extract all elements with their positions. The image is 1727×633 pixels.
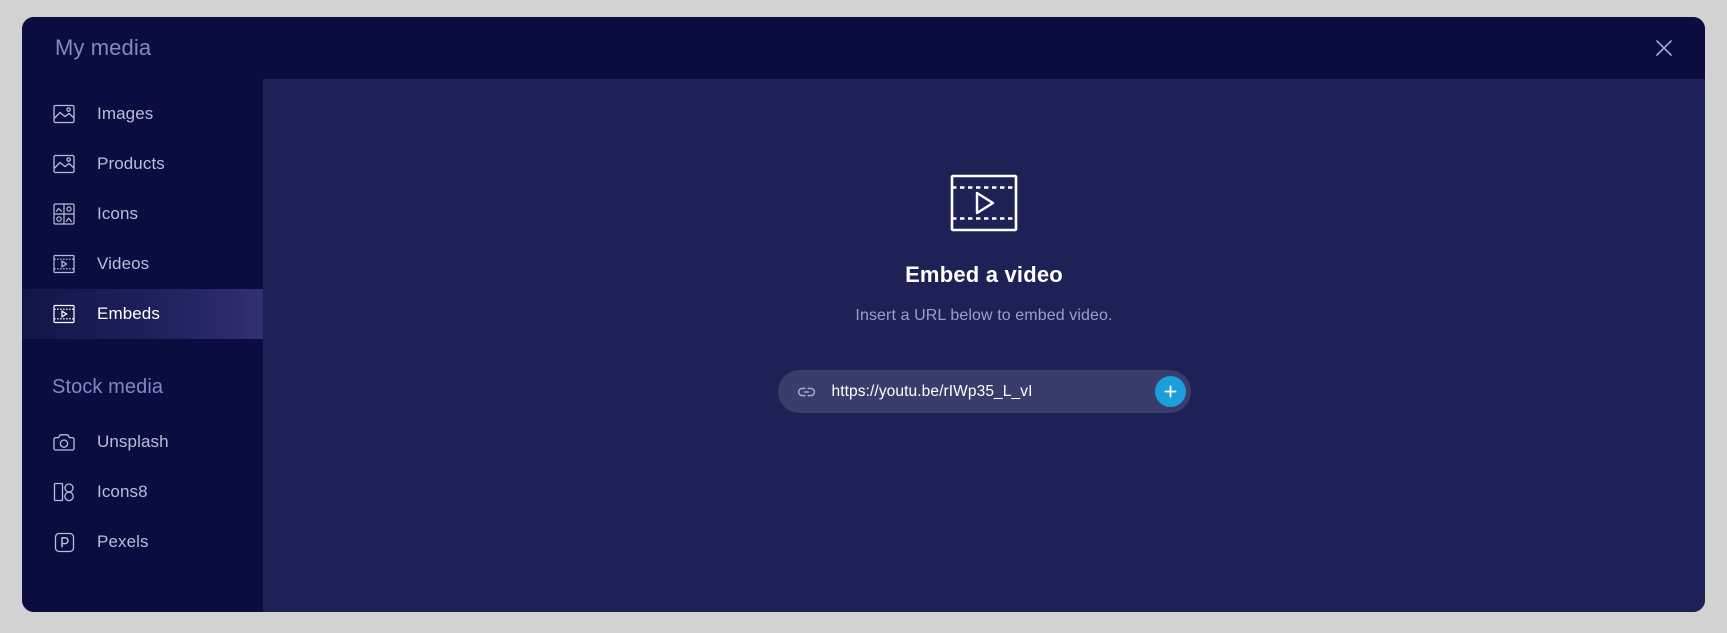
sidebar: Images Products Icons Videos Embeds Stoc… bbox=[22, 79, 263, 612]
sidebar-item-label: Icons bbox=[97, 204, 139, 223]
stock-media-heading: Stock media bbox=[52, 376, 164, 398]
empty-state-title: Embed a video bbox=[905, 262, 1063, 287]
empty-state-subtitle: Insert a URL below to embed video. bbox=[855, 307, 1113, 324]
modal-titlebar: My media bbox=[22, 17, 1705, 79]
icon-grid-icon bbox=[52, 202, 76, 226]
sidebar-item-pexels[interactable]: Pexels bbox=[22, 517, 263, 567]
sidebar-item-videos[interactable]: Videos bbox=[22, 239, 263, 289]
sidebar-item-label: Embeds bbox=[97, 304, 160, 323]
sidebar-item-images[interactable]: Images bbox=[22, 89, 263, 139]
modal-body: Images Products Icons Videos Embeds Stoc… bbox=[22, 79, 1705, 612]
add-embed-button[interactable] bbox=[1154, 376, 1186, 407]
sidebar-item-label: Images bbox=[97, 104, 154, 123]
sidebar-item-icons[interactable]: Icons bbox=[22, 189, 263, 239]
film-strip-icon bbox=[52, 252, 76, 276]
sidebar-item-label: Unsplash bbox=[97, 432, 169, 451]
embed-url-input[interactable] bbox=[831, 382, 1155, 401]
camera-icon bbox=[52, 430, 76, 454]
link-icon bbox=[796, 384, 818, 400]
icons8-icon bbox=[52, 480, 76, 504]
pexels-icon bbox=[52, 530, 76, 554]
film-strip-play-icon bbox=[950, 174, 1018, 237]
sidebar-item-products[interactable]: Products bbox=[22, 139, 263, 189]
sidebar-item-label: Videos bbox=[97, 254, 150, 273]
my-media-modal: My media Images Products Icons Videos Em… bbox=[22, 17, 1705, 612]
sidebar-item-label: Pexels bbox=[97, 532, 149, 551]
embed-empty-state: Embed a video Insert a URL below to embe… bbox=[777, 174, 1191, 413]
sidebar-item-unsplash[interactable]: Unsplash bbox=[22, 417, 263, 467]
film-strip-icon bbox=[52, 302, 76, 326]
image-icon bbox=[52, 102, 76, 126]
sidebar-item-icons8[interactable]: Icons8 bbox=[22, 467, 263, 517]
main-content: Embed a video Insert a URL below to embe… bbox=[263, 79, 1705, 612]
sidebar-item-label: Icons8 bbox=[97, 482, 148, 501]
image-icon bbox=[52, 152, 76, 176]
close-icon[interactable] bbox=[1647, 31, 1681, 65]
embed-url-row bbox=[777, 370, 1191, 413]
sidebar-item-embeds[interactable]: Embeds bbox=[22, 289, 263, 339]
page-title: My media bbox=[55, 35, 152, 60]
sidebar-item-label: Products bbox=[97, 154, 165, 173]
